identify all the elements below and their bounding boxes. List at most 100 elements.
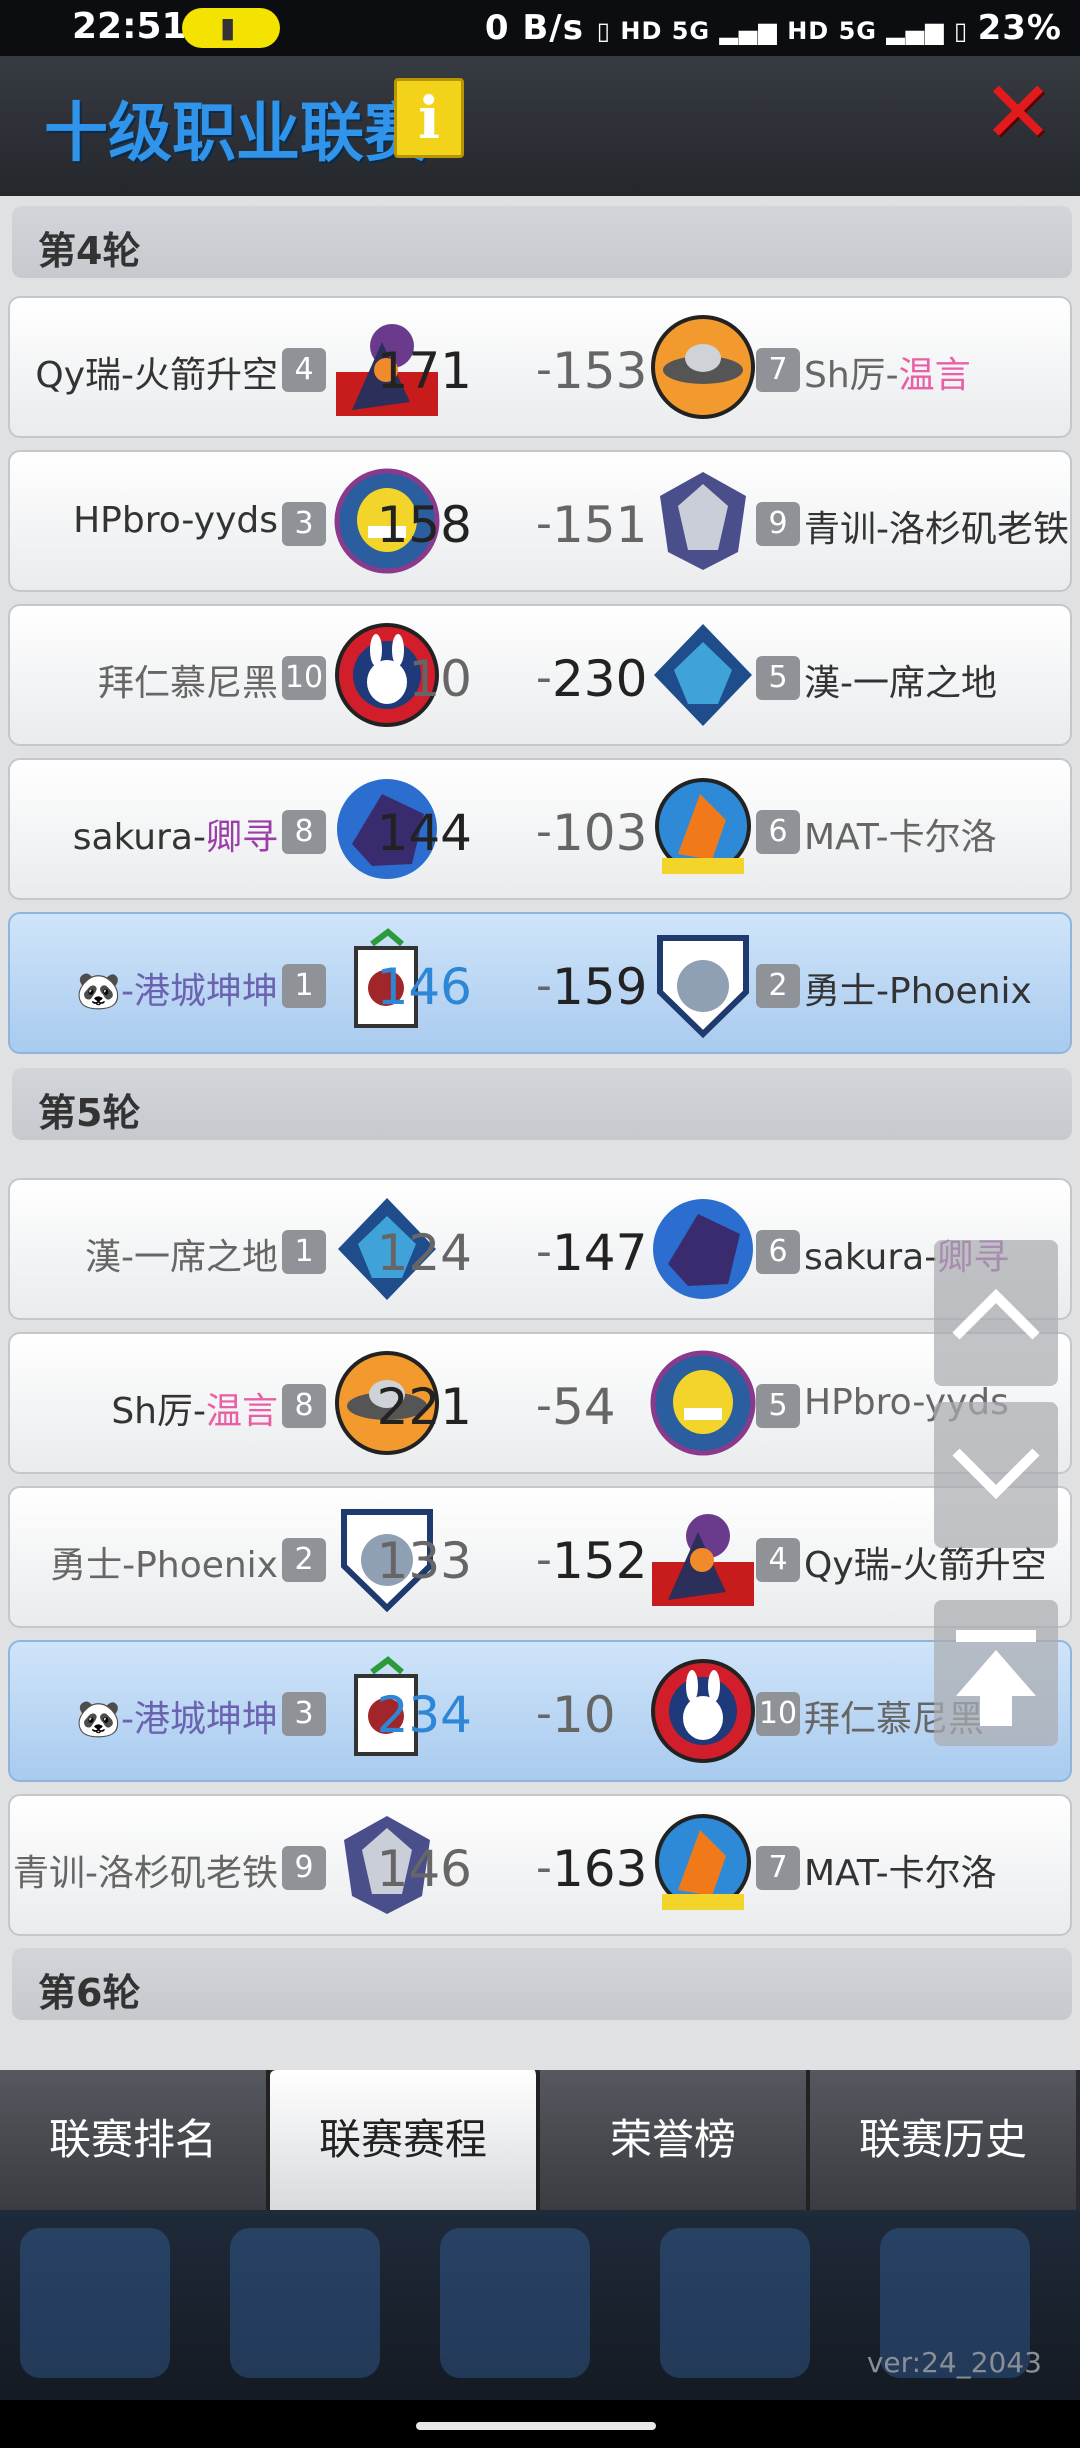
score-separator: -: [536, 960, 552, 1011]
arrow-to-top-icon: [956, 1630, 1036, 1726]
eagle-team-logo-icon: [655, 778, 751, 874]
scroll-top-button[interactable]: [934, 1600, 1058, 1746]
dinosaur-team-logo-icon: [650, 1350, 756, 1456]
score-separator: -: [536, 344, 552, 395]
home-team-name: 漢-一席之地: [85, 1237, 278, 1278]
status-time: 22:51: [72, 6, 187, 47]
battery-level: 23%: [977, 8, 1062, 48]
ufo-team-logo-icon: [651, 315, 755, 419]
away-rank-badge: 6: [756, 1230, 800, 1274]
away-score: 151: [552, 496, 648, 554]
arena-icon: [440, 2228, 590, 2378]
battery-charging-icon: ▮: [220, 11, 236, 44]
dragon-team-logo-icon: [653, 1199, 753, 1299]
match-row[interactable]: 青训-洛杉矶老铁 9 146 - 163 7 MAT-卡尔洛: [8, 1794, 1072, 1936]
home-score: 158: [376, 496, 472, 554]
away-rank-badge: 6: [756, 810, 800, 854]
home-rank-badge: 9: [282, 1846, 326, 1890]
home-rank-badge: 1: [282, 964, 326, 1008]
match-row[interactable]: sakura-卿寻 8 144 - 103 6 MAT-卡尔洛: [8, 758, 1072, 900]
tab-honor-board[interactable]: 荣誉榜: [540, 2070, 810, 2210]
home-team-name: 青训-洛杉矶老铁: [13, 1853, 278, 1894]
close-icon[interactable]: ✕: [982, 70, 1054, 156]
schedule-list[interactable]: 第4轮 Qy瑞-火箭升空 4 171 - 153 7 Sh厉-温言 HPbro-…: [0, 196, 1080, 2070]
home-team-name: HPbro-yyds: [73, 500, 278, 541]
system-nav-bar: [0, 2400, 1080, 2448]
tab-league-schedule[interactable]: 联赛赛程: [270, 2070, 540, 2210]
home-team-name: 🐼-港城坤坤: [76, 1690, 278, 1742]
home-rank-badge: 1: [282, 1230, 326, 1274]
away-team-suffix: 温言: [898, 355, 971, 396]
home-team-name: Qy瑞-火箭升空: [35, 355, 278, 396]
currency-icon: [230, 2228, 380, 2378]
score-separator: -: [536, 652, 552, 703]
away-team-prefix: Sh厉-: [804, 355, 899, 396]
home-score: 146: [376, 958, 472, 1016]
away-rank-badge: 2: [756, 964, 800, 1008]
scroll-down-button[interactable]: [934, 1402, 1058, 1548]
score-separator: -: [536, 1226, 552, 1277]
home-team-suffix: 卿寻: [205, 817, 278, 858]
scroll-up-button[interactable]: [934, 1240, 1058, 1386]
home-score: 10: [408, 650, 472, 708]
away-team-name: 青训-洛杉矶老铁: [804, 509, 1069, 550]
score-separator: -: [536, 806, 552, 857]
home-rank-badge: 2: [282, 1538, 326, 1582]
home-rank-badge: 8: [282, 810, 326, 854]
home-team-prefix: sakura-: [72, 817, 206, 858]
tab-league-history[interactable]: 联赛历史: [810, 2070, 1076, 2210]
match-row[interactable]: HPbro-yyds 3 158 - 151 9 青训-洛杉矶老铁: [8, 450, 1072, 592]
round-header: 第6轮: [12, 1948, 1072, 2020]
home-score: 146: [376, 1840, 472, 1898]
charging-indicator: ▮: [182, 8, 280, 48]
home-team-name-text: 🐼-港城坤坤: [76, 971, 278, 1012]
bottom-tab-bar: 联赛排名 联赛赛程 荣誉榜 联赛历史: [0, 2070, 1080, 2210]
match-row[interactable]: 拜仁慕尼黑 10 10 - 230 5 漢-一席之地: [8, 604, 1072, 746]
home-team-name-text: 🐼-港城坤坤: [76, 1699, 278, 1740]
away-score: 147: [552, 1224, 648, 1282]
home-team-name: 拜仁慕尼黑: [97, 663, 278, 704]
away-rank-badge: 7: [756, 1846, 800, 1890]
match-row[interactable]: 漢-一席之地 1 124 - 147 6 sakura-卿寻: [8, 1178, 1072, 1320]
away-rank-badge: 7: [756, 348, 800, 392]
status-bar: 22:51 ▮ 0 B/s ▯ HD 5G ▂▄▆ HD 5G ▂▄▆ ▯ 23…: [0, 0, 1080, 56]
info-icon[interactable]: i: [394, 78, 464, 158]
round-header: 第5轮: [12, 1068, 1072, 1140]
chat-icon: [660, 2228, 810, 2378]
round-label: 第5轮: [38, 1091, 141, 1135]
spartan-team-logo-icon: [660, 472, 746, 570]
away-score: 163: [552, 1840, 648, 1898]
away-score: 10: [552, 1686, 616, 1744]
eagle-team-logo-icon: [655, 1814, 751, 1910]
home-rank-badge: 3: [282, 502, 326, 546]
away-score: 153: [552, 342, 648, 400]
home-team-name: sakura-卿寻: [73, 808, 278, 860]
home-rank-badge: 4: [282, 348, 326, 392]
away-score: 152: [552, 1532, 648, 1590]
home-team-suffix: 温言: [205, 1391, 278, 1432]
home-score: 234: [376, 1686, 472, 1744]
away-rank-badge: 9: [756, 502, 800, 546]
match-row-highlighted[interactable]: 🐼-港城坤坤 1 146 - 159 2 勇士-Phoenix: [8, 912, 1072, 1054]
match-row-highlighted[interactable]: 🐼-港城坤坤 3 234 - 10 10 拜仁慕尼黑: [8, 1640, 1072, 1782]
away-score: 54: [552, 1378, 616, 1436]
match-row[interactable]: Qy瑞-火箭升空 4 171 - 153 7 Sh厉-温言: [8, 296, 1072, 438]
rocket-team-logo-icon: [652, 1514, 754, 1606]
match-row[interactable]: Sh厉-温言 8 221 - 54 5 HPbro-yyds: [8, 1332, 1072, 1474]
home-rank-badge: 3: [282, 1692, 326, 1736]
away-rank-badge: 4: [756, 1538, 800, 1582]
wolf-team-logo-icon: [654, 624, 752, 726]
home-rank-badge: 8: [282, 1384, 326, 1428]
score-separator: -: [536, 1842, 552, 1893]
tab-league-ranking[interactable]: 联赛排名: [0, 2070, 270, 2210]
chevron-down-icon: [952, 1448, 1040, 1500]
home-rank-badge: 10: [282, 656, 326, 700]
title-bar: 十级职业联赛 i ✕: [0, 56, 1080, 200]
version-label: ver:24_2043: [866, 2346, 1042, 2379]
home-gesture-bar[interactable]: [416, 2422, 656, 2430]
match-row[interactable]: 勇士-Phoenix 2 133 - 152 4 Qy瑞-火箭升空: [8, 1486, 1072, 1628]
home-score: 133: [376, 1532, 472, 1590]
away-rank-badge: 5: [756, 1384, 800, 1428]
score-separator: -: [536, 1688, 552, 1739]
score-separator: -: [536, 498, 552, 549]
